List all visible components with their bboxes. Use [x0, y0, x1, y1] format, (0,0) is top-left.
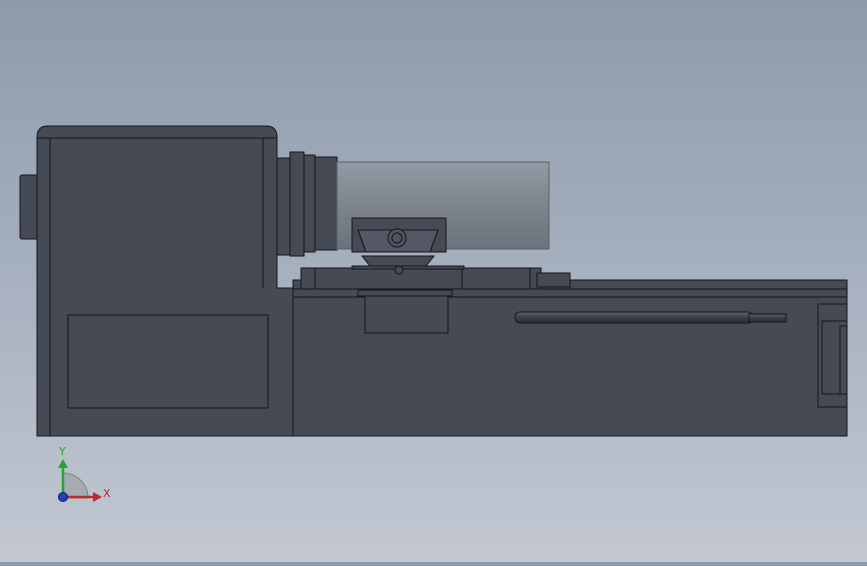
z-axis-dot: [58, 492, 68, 502]
headstock-panel: [67, 314, 269, 409]
tailstock-window: [839, 325, 848, 395]
model-view[interactable]: X Y: [0, 0, 867, 562]
spindle-flange-1: [276, 157, 291, 256]
spindle-flange-4: [314, 156, 338, 251]
dovetail: [360, 255, 436, 267]
carriage-stop: [536, 272, 571, 288]
carriage-base: [300, 267, 542, 290]
headstock-left-boss: [19, 174, 39, 240]
lock-screw: [394, 265, 404, 275]
graphics-viewport[interactable]: X Y: [0, 0, 867, 562]
feed-rod: [514, 311, 754, 324]
carriage-saddle: [357, 289, 453, 297]
feed-rod-end: [748, 313, 787, 323]
x-axis-label: X: [103, 487, 111, 500]
x-axis-arrow: [93, 492, 102, 502]
coordinate-triad: X Y: [58, 445, 111, 502]
apron-block: [364, 295, 449, 334]
y-axis-label: Y: [58, 445, 66, 458]
spindle-flange-2: [289, 151, 305, 257]
tool-post-slide: [351, 265, 465, 270]
y-axis-arrow: [58, 459, 68, 468]
tool-post-knob: [387, 228, 407, 248]
spindle-flange-3: [303, 154, 316, 253]
